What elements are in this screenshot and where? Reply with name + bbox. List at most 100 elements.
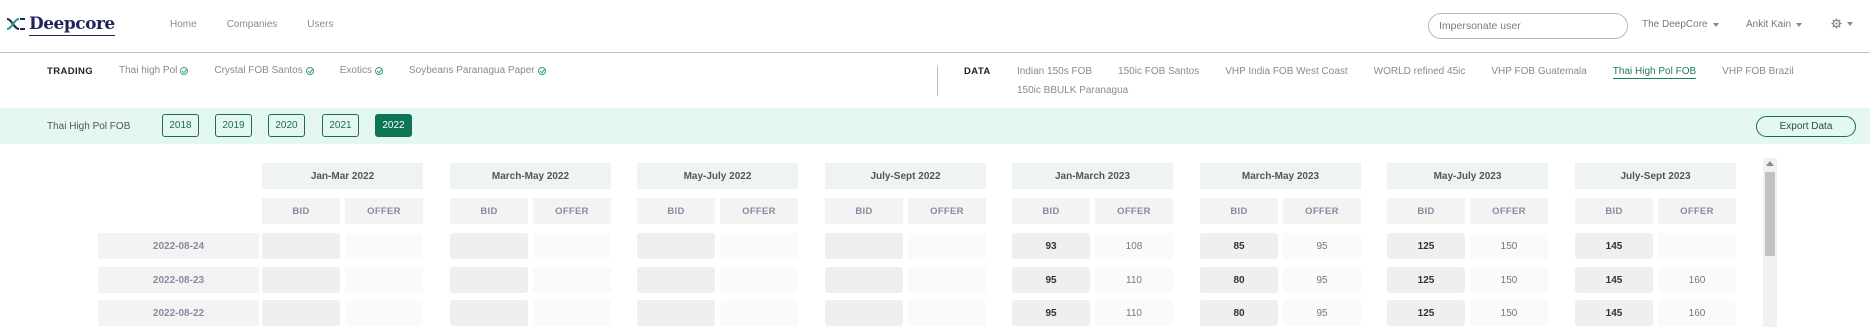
period-header: May-July 2023 [1387, 163, 1548, 189]
year-button[interactable]: 2020 [268, 114, 305, 137]
trading-item-label: Exotics [339, 65, 372, 76]
year-button-active[interactable]: 2022 [375, 114, 412, 137]
offer-column-header: OFFER [533, 198, 611, 224]
offer-column-header: OFFER [345, 198, 423, 224]
trading-item-label: Soybeans Paranagua Paper [408, 65, 535, 76]
year-button[interactable]: 2018 [162, 114, 199, 137]
bid-cell[interactable] [637, 267, 715, 293]
bid-cell[interactable]: 80 [1200, 267, 1278, 293]
bid-cell[interactable]: 145 [1575, 267, 1653, 293]
offer-cell[interactable]: 160 [1658, 267, 1736, 293]
data-item-active[interactable]: Thai High Pol FOB [1612, 65, 1697, 79]
nav-companies[interactable]: Companies [227, 19, 278, 30]
dataset-title: Thai High Pol FOB [47, 121, 131, 132]
bid-cell[interactable] [450, 267, 528, 293]
bid-cell[interactable]: 93 [1012, 233, 1090, 259]
user-dropdown-label: Ankit Kain [1746, 19, 1792, 30]
offer-cell[interactable] [720, 267, 798, 293]
impersonate-user-input[interactable] [1428, 13, 1628, 39]
scroll-up-arrow-icon[interactable] [1766, 161, 1774, 166]
offer-cell[interactable] [908, 300, 986, 326]
offer-cell[interactable] [720, 233, 798, 259]
data-item[interactable]: 150ic BBULK Paranagua [1017, 84, 1128, 97]
offer-cell[interactable] [533, 267, 611, 293]
check-circle-icon [374, 66, 383, 75]
data-item[interactable]: Indian 150s FOB [1017, 65, 1092, 79]
data-item[interactable]: 150ic FOB Santos [1118, 65, 1199, 79]
logo[interactable]: Deepcore [6, 13, 115, 36]
nav-home[interactable]: Home [170, 19, 197, 30]
offer-cell[interactable]: 108 [1095, 233, 1173, 259]
period-header: May-July 2022 [637, 163, 798, 189]
offer-column-header: OFFER [908, 198, 986, 224]
logo-text: Deepcore [29, 14, 115, 36]
bid-column-header: BID [1012, 198, 1090, 224]
trading-item[interactable]: Exotics [340, 65, 383, 76]
data-item[interactable]: WORLD refined 45ic [1374, 65, 1466, 79]
bid-cell[interactable] [825, 233, 903, 259]
offer-cell[interactable] [533, 300, 611, 326]
bid-cell[interactable]: 95 [1012, 300, 1090, 326]
logo-icon [6, 18, 25, 30]
offer-cell[interactable]: 150 [1470, 267, 1548, 293]
offer-cell[interactable]: 110 [1095, 300, 1173, 326]
check-circle-icon [305, 66, 314, 75]
bid-cell[interactable] [825, 300, 903, 326]
offer-column-header: OFFER [1658, 198, 1736, 224]
offer-cell[interactable]: 150 [1470, 300, 1548, 326]
settings-dropdown[interactable] [1831, 18, 1853, 29]
user-dropdown[interactable]: Ankit Kain [1746, 19, 1803, 30]
offer-cell[interactable]: 110 [1095, 267, 1173, 293]
offer-cell[interactable] [720, 300, 798, 326]
bid-cell[interactable] [262, 300, 340, 326]
bid-cell[interactable] [262, 267, 340, 293]
bid-cell[interactable]: 80 [1200, 300, 1278, 326]
bid-column-header: BID [1200, 198, 1278, 224]
bid-column-header: BID [450, 198, 528, 224]
offer-cell[interactable] [1658, 233, 1736, 259]
data-item[interactable]: VHP FOB Brazil [1722, 65, 1794, 79]
offer-cell[interactable] [908, 233, 986, 259]
offer-cell[interactable] [908, 267, 986, 293]
data-item[interactable]: VHP FOB Guatemala [1491, 65, 1586, 79]
offer-cell[interactable]: 95 [1283, 267, 1361, 293]
offer-cell[interactable]: 95 [1283, 300, 1361, 326]
period-header: March-May 2022 [450, 163, 611, 189]
vertical-scrollbar[interactable] [1763, 158, 1777, 327]
bid-cell[interactable]: 125 [1387, 300, 1465, 326]
bid-cell[interactable]: 95 [1012, 267, 1090, 293]
offer-cell[interactable]: 160 [1658, 300, 1736, 326]
year-button[interactable]: 2021 [322, 114, 359, 137]
bid-column-header: BID [1575, 198, 1653, 224]
offer-cell[interactable] [345, 300, 423, 326]
bid-cell[interactable] [262, 233, 340, 259]
offer-cell[interactable] [345, 233, 423, 259]
export-data-button[interactable]: Export Data [1756, 116, 1856, 137]
trading-item[interactable]: Thai high Pol [119, 65, 189, 76]
bid-cell[interactable] [637, 300, 715, 326]
offer-cell[interactable]: 95 [1283, 233, 1361, 259]
trading-list: Thai high Pol Crystal FOB Santos Exotics… [119, 65, 572, 76]
bid-cell[interactable]: 125 [1387, 267, 1465, 293]
trading-item[interactable]: Crystal FOB Santos [214, 65, 314, 76]
period-header: Jan-March 2023 [1012, 163, 1173, 189]
year-button[interactable]: 2019 [215, 114, 252, 137]
bid-cell[interactable] [825, 267, 903, 293]
offer-cell[interactable] [533, 233, 611, 259]
bid-cell[interactable]: 145 [1575, 233, 1653, 259]
bid-cell[interactable]: 145 [1575, 300, 1653, 326]
offer-cell[interactable]: 150 [1470, 233, 1548, 259]
scroll-thumb[interactable] [1765, 172, 1775, 256]
org-dropdown[interactable]: The DeepCore [1642, 19, 1719, 30]
bid-cell[interactable]: 85 [1200, 233, 1278, 259]
data-item[interactable]: VHP India FOB West Coast [1225, 65, 1347, 79]
nav-users[interactable]: Users [307, 19, 333, 30]
bid-cell[interactable] [450, 300, 528, 326]
trading-item[interactable]: Soybeans Paranagua Paper [409, 65, 546, 76]
period-header: July-Sept 2023 [1575, 163, 1736, 189]
offer-column-header: OFFER [1470, 198, 1548, 224]
bid-cell[interactable]: 125 [1387, 233, 1465, 259]
bid-cell[interactable] [450, 233, 528, 259]
bid-cell[interactable] [637, 233, 715, 259]
offer-cell[interactable] [345, 267, 423, 293]
